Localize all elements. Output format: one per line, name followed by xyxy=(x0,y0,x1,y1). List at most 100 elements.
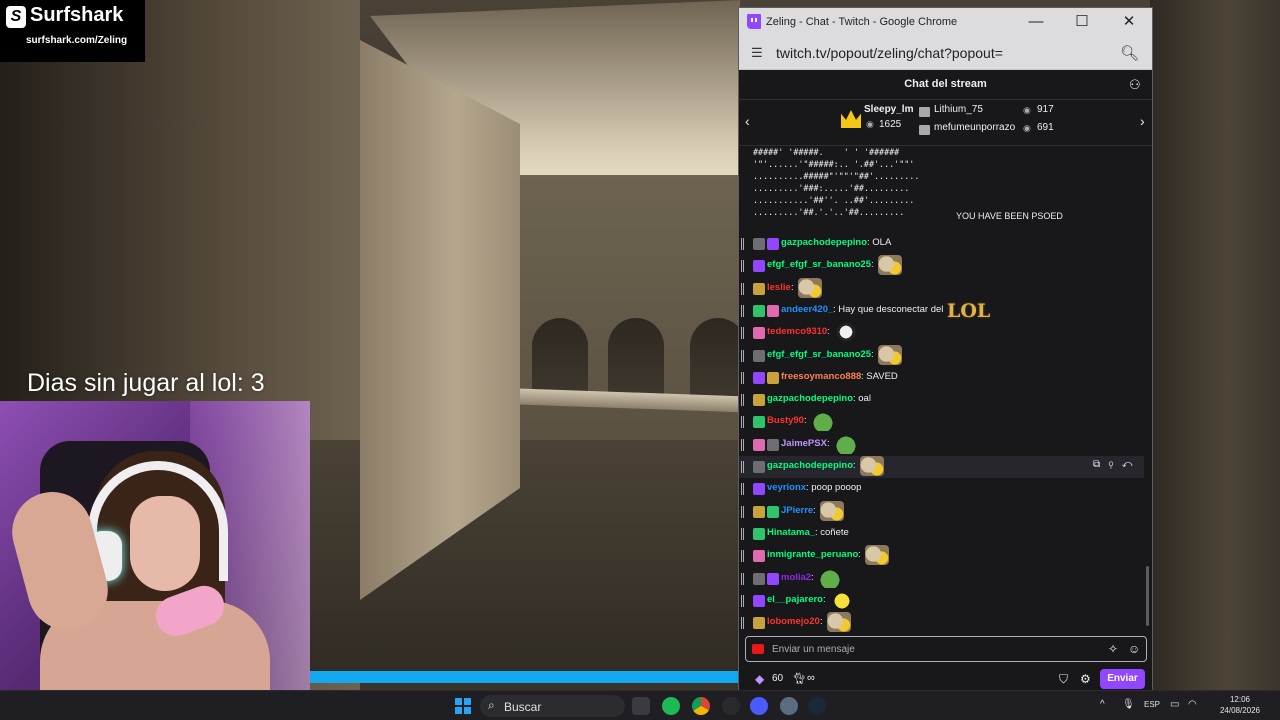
user-badge-icon[interactable] xyxy=(753,282,765,295)
taskbar-search[interactable]: ⌕ Buscar xyxy=(480,695,625,717)
close-button[interactable]: ✕ xyxy=(1114,11,1144,33)
lol-emote-icon[interactable]: LOL xyxy=(947,300,995,322)
chat-username[interactable]: Busty90 xyxy=(767,415,804,426)
user-badge-icon[interactable] xyxy=(767,505,779,518)
copy-icon[interactable]: ⧉ xyxy=(1093,459,1100,470)
chat-username[interactable]: andeer420_ xyxy=(781,304,833,315)
chat-username[interactable]: lobomejo20 xyxy=(767,616,820,627)
cat-emote-icon[interactable] xyxy=(827,612,851,633)
chat-username[interactable]: gazpachodepepino xyxy=(767,393,853,404)
user-badge-icon[interactable] xyxy=(753,394,765,407)
chat-message[interactable]: Hinatama_: coñete xyxy=(739,523,1144,545)
address-bar[interactable]: ☰ twitch.tv/popout/zeling/chat?popout= 🔍… xyxy=(739,36,1152,70)
chat-message[interactable]: leslie: xyxy=(739,277,1144,300)
app-icon[interactable] xyxy=(722,697,740,715)
user-badge-icon[interactable] xyxy=(753,483,765,496)
chat-message[interactable]: lobomejo20: xyxy=(739,612,1144,634)
gear-icon[interactable]: ⚙ xyxy=(1080,672,1091,686)
url-text[interactable]: twitch.tv/popout/zeling/chat?popout= xyxy=(776,45,1003,61)
chat-username[interactable]: inmigrante_peruano xyxy=(767,549,858,560)
user-badge-icon[interactable] xyxy=(753,349,765,362)
user-badge-icon[interactable] xyxy=(767,438,779,451)
window-titlebar[interactable]: Zeling - Chat - Twitch - Google Chrome —… xyxy=(739,8,1152,36)
channel-points-icon[interactable]: ◆ xyxy=(755,672,764,686)
leaderboard-name[interactable]: Lithium_75 xyxy=(934,104,983,115)
chat-message[interactable]: gazpachodepepino: oal xyxy=(739,389,1144,411)
chat-username[interactable]: JaimePSX xyxy=(781,438,827,449)
spotify-icon[interactable] xyxy=(662,697,680,715)
shield-icon[interactable]: ⛉ xyxy=(1059,672,1068,687)
message-actions[interactable]: ⧉ ⚲ ↶ xyxy=(1093,459,1143,473)
leaderboard-top-name[interactable]: Sleepy_lm xyxy=(864,104,913,115)
community-icon[interactable]: ⚇ xyxy=(1129,77,1145,93)
chat-username[interactable]: Hinatama_ xyxy=(767,527,815,538)
user-badge-icon[interactable] xyxy=(753,438,765,451)
sparkle-icon[interactable]: ✧ xyxy=(1108,642,1118,656)
chat-message[interactable]: el__pajarero: xyxy=(739,589,1144,612)
chat-username[interactable]: gazpachodepepino xyxy=(767,460,853,471)
windows-start-icon[interactable] xyxy=(455,698,471,714)
zoom-icon[interactable]: 🔍︎ xyxy=(1120,44,1139,62)
chat-username[interactable]: el__pajarero xyxy=(767,594,823,605)
chat-message[interactable]: tedemco9310: xyxy=(739,322,1144,344)
cat-emote-icon[interactable] xyxy=(865,545,889,566)
chat-username[interactable]: efgf_efgf_sr_banano25 xyxy=(767,349,871,360)
chat-scroll-thumb[interactable] xyxy=(1146,566,1149,626)
dog-emote-icon[interactable] xyxy=(834,322,858,343)
chat-username[interactable]: gazpachodepepino xyxy=(781,237,867,248)
microphone-tray-icon[interactable]: 🎙︎ xyxy=(1122,699,1135,710)
user-badge-icon[interactable] xyxy=(753,371,765,384)
chat-message[interactable]: efgf_efgf_sr_banano25: xyxy=(739,344,1144,367)
chat-username[interactable]: tedemco9310 xyxy=(767,326,827,337)
cat-emote-icon[interactable] xyxy=(820,500,844,521)
cat-emote-icon[interactable] xyxy=(878,344,902,365)
user-badge-icon[interactable] xyxy=(767,304,779,317)
chrome-icon[interactable] xyxy=(692,697,710,715)
site-info-icon[interactable]: ☰ xyxy=(751,46,765,60)
chat-message[interactable]: efgf_efgf_sr_banano25: xyxy=(739,255,1144,277)
settings-app-icon[interactable] xyxy=(780,697,798,715)
task-view-icon[interactable] xyxy=(632,697,650,715)
chat-message[interactable]: Busty90: xyxy=(739,411,1144,433)
user-badge-icon[interactable] xyxy=(753,461,765,473)
display-icon[interactable]: ▭ xyxy=(1170,699,1179,710)
chat-input[interactable] xyxy=(772,640,1072,658)
user-badge-icon[interactable] xyxy=(753,327,765,340)
send-button[interactable]: Enviar xyxy=(1100,669,1145,689)
chat-username[interactable]: efgf_efgf_sr_banano25 xyxy=(767,259,871,270)
user-badge-icon[interactable] xyxy=(767,238,779,250)
cat-emote-icon[interactable] xyxy=(798,277,822,298)
cat-emote-icon[interactable] xyxy=(860,456,884,476)
blob-emote-icon[interactable] xyxy=(830,589,854,610)
chat-message[interactable]: JaimePSX: xyxy=(739,433,1144,456)
chevron-right-icon[interactable]: › xyxy=(1140,113,1145,129)
user-badge-icon[interactable] xyxy=(753,617,765,630)
reply-icon[interactable]: ↶ xyxy=(1122,459,1133,470)
emote-picker-icon[interactable]: ☺ xyxy=(1128,642,1140,656)
user-badge-icon[interactable] xyxy=(753,594,765,607)
maximize-button[interactable]: ☐ xyxy=(1067,11,1097,33)
chat-log[interactable]: #####' '#####. ' ' '###### '"'......'"##… xyxy=(739,146,1152,634)
chat-message[interactable]: inmigrante_peruano: xyxy=(739,545,1144,567)
minimize-button[interactable]: — xyxy=(1021,11,1051,33)
steam-icon[interactable] xyxy=(808,697,826,715)
user-badge-icon[interactable] xyxy=(753,260,765,273)
chat-message[interactable]: molia2: xyxy=(739,567,1144,590)
user-badge-icon[interactable] xyxy=(767,371,779,384)
chat-message[interactable]: gazpachodepepino: OLA xyxy=(739,233,1144,255)
discord-icon[interactable] xyxy=(750,697,768,715)
chat-scrollbar[interactable] xyxy=(1144,146,1150,634)
user-badge-icon[interactable] xyxy=(753,505,765,518)
chat-input-box[interactable]: ✧ ☺ xyxy=(745,636,1147,662)
chat-message[interactable]: gazpachodepepino: ⧉ ⚲ ↶ xyxy=(739,456,1144,478)
clock[interactable]: 12:06 24/08/2026 xyxy=(1208,694,1272,716)
chat-username[interactable]: molia2 xyxy=(781,572,811,583)
user-badge-icon[interactable] xyxy=(753,304,765,317)
language-indicator[interactable]: ESP xyxy=(1144,700,1160,709)
wifi-icon[interactable]: ◠ xyxy=(1188,699,1197,710)
user-badge-icon[interactable] xyxy=(753,527,765,540)
chat-username[interactable]: leslie xyxy=(767,282,791,293)
user-badge-icon[interactable] xyxy=(767,572,779,585)
chat-message[interactable]: freesoymanco888: SAVED xyxy=(739,367,1144,389)
chevron-up-icon[interactable]: ^ xyxy=(1100,699,1105,710)
